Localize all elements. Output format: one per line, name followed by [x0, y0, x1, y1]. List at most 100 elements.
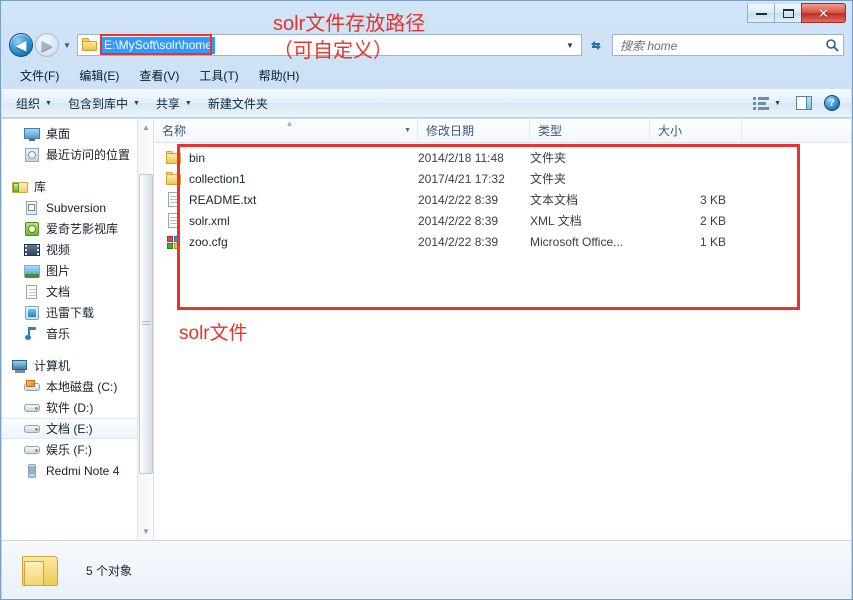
menu-item-file[interactable]: 文件(F) [10, 64, 69, 87]
table-row[interactable]: zoo.cfg 2014/2/22 8:39 Microsoft Office.… [154, 231, 851, 252]
refresh-button[interactable] [584, 34, 608, 56]
sidebar-item-label: 软件 (D:) [46, 401, 94, 415]
sort-ascending-icon: ▲ [285, 119, 294, 128]
file-type-cell: Microsoft Office... [530, 234, 624, 249]
sidebar-item-desktop[interactable]: 桌面 [2, 123, 153, 144]
menu-item-help[interactable]: 帮助(H) [249, 64, 310, 87]
sidebar-item-label: 文档 [46, 285, 71, 299]
file-name-label: solr.xml [189, 213, 230, 228]
table-row[interactable]: README.txt 2014/2/22 8:39 文本文档 3 KB [154, 189, 851, 210]
file-name-label: README.txt [189, 192, 257, 207]
file-type-cell: XML 文档 [530, 214, 582, 228]
column-header-type[interactable]: 类型 [530, 119, 650, 142]
command-toolbar: 组织 ▼ 包含到库中 ▼ 共享 ▼ 新建文件夹 ▼ ? [2, 88, 851, 118]
sidebar-item-drive-d[interactable]: 软件 (D:) [2, 397, 153, 418]
column-header-name[interactable]: ▲ 名称 ▼ [154, 119, 418, 142]
maximize-icon [782, 8, 794, 18]
sidebar-item-redmi-note-4[interactable]: Redmi Note 4 [2, 460, 153, 481]
sidebar-item-music[interactable]: 音乐 [2, 323, 153, 344]
computer-icon [12, 358, 28, 374]
organize-button[interactable]: 组织 ▼ [8, 91, 60, 116]
change-view-button[interactable]: ▼ [745, 93, 789, 114]
column-header-row: ▲ 名称 ▼ 修改日期 类型 大小 [154, 119, 851, 143]
scroll-down-arrow-icon[interactable]: ▼ [138, 523, 153, 540]
search-box[interactable]: 搜索 home [612, 34, 844, 56]
share-button[interactable]: 共享 ▼ [148, 91, 200, 116]
search-icon [826, 39, 839, 52]
new-folder-button[interactable]: 新建文件夹 [200, 91, 276, 116]
include-in-library-button[interactable]: 包含到库中 ▼ [60, 91, 148, 116]
minimize-button[interactable] [747, 3, 775, 23]
explorer-window: ✕ ◀ ▶ ▼ E:\MySoft\solr\home ▼ 搜索 home 文件… [0, 0, 853, 600]
close-icon: ✕ [818, 5, 829, 21]
file-name-label: bin [189, 150, 206, 165]
scrollbar-thumb[interactable] [139, 174, 153, 474]
file-type-cell: 文件夹 [530, 151, 567, 165]
scroll-up-arrow-icon[interactable]: ▲ [138, 119, 153, 136]
file-date-cell: 2014/2/18 11:48 [418, 150, 504, 165]
preview-pane-button[interactable] [791, 92, 817, 114]
menu-item-tools[interactable]: 工具(T) [189, 64, 248, 87]
address-path-text[interactable]: E:\MySoft\solr\home [101, 36, 216, 54]
close-button[interactable]: ✕ [801, 3, 846, 23]
music-icon [24, 326, 40, 342]
table-row[interactable]: collection1 2017/4/21 17:32 文件夹 [154, 168, 851, 189]
pictures-icon [24, 263, 40, 279]
status-bar: 5 个对象 [2, 540, 851, 599]
chevron-down-icon[interactable]: ▼ [404, 127, 411, 134]
file-size-cell: 3 KB [699, 192, 726, 207]
sidebar-item-drive-e[interactable]: 文档 (E:) [2, 418, 153, 439]
new-folder-label: 新建文件夹 [207, 96, 268, 111]
file-date-cell: 2017/4/21 17:32 [418, 171, 505, 186]
chevron-down-icon: ▼ [45, 99, 52, 107]
file-name-label: collection1 [189, 171, 246, 186]
menu-item-view[interactable]: 查看(V) [129, 64, 189, 87]
back-button[interactable]: ◀ [9, 33, 33, 57]
table-row[interactable]: bin 2014/2/18 11:48 文件夹 [154, 147, 851, 168]
address-bar[interactable]: E:\MySoft\solr\home ▼ [77, 34, 582, 56]
sidebar-item-pictures[interactable]: 图片 [2, 260, 153, 281]
file-name-label: zoo.cfg [189, 234, 228, 249]
address-dropdown-button[interactable]: ▼ [561, 35, 579, 55]
sidebar-item-subversion[interactable]: Subversion [2, 197, 153, 218]
drive-icon [24, 400, 40, 416]
desktop-icon [24, 126, 40, 142]
folder-icon [166, 150, 182, 166]
sidebar-item-label: 迅雷下载 [46, 306, 95, 320]
sidebar-item-documents[interactable]: 文档 [2, 281, 153, 302]
phone-icon [24, 463, 40, 479]
sidebar-item-videos[interactable]: 视频 [2, 239, 153, 260]
column-header-size[interactable]: 大小 [650, 119, 742, 142]
help-icon: ? [824, 95, 840, 111]
search-input[interactable]: 搜索 home [617, 37, 825, 54]
file-size-cell: 2 KB [699, 213, 726, 228]
column-label: 类型 [538, 124, 563, 138]
table-row[interactable]: solr.xml 2014/2/22 8:39 XML 文档 2 KB [154, 210, 851, 231]
file-name-cell: solr.xml [154, 212, 418, 229]
menu-item-edit[interactable]: 编辑(E) [69, 64, 129, 87]
sidebar-item-xunlei-downloads[interactable]: 迅雷下载 [2, 302, 153, 323]
maximize-button[interactable] [774, 3, 802, 23]
sidebar-item-label: 娱乐 (F:) [46, 443, 92, 457]
drive-icon [24, 421, 40, 437]
menu-bar: 文件(F) 编辑(E) 查看(V) 工具(T) 帮助(H) [2, 62, 851, 88]
text-file-icon [166, 191, 182, 208]
iqiyi-icon [24, 221, 40, 237]
sidebar-scrollbar[interactable]: ▲ ▼ [137, 119, 153, 540]
recent-locations-button[interactable]: ▼ [59, 33, 75, 57]
sidebar-item-local-disk-c[interactable]: 本地磁盘 (C:) [2, 376, 153, 397]
sidebar-item-drive-f[interactable]: 娱乐 (F:) [2, 439, 153, 460]
sidebar-item-recent-places[interactable]: 最近访问的位置 [2, 144, 153, 165]
column-header-date-modified[interactable]: 修改日期 [418, 119, 530, 142]
sidebar-item-libraries[interactable]: 库 [2, 176, 153, 197]
sidebar-item-computer[interactable]: 计算机 [2, 355, 153, 376]
file-type-cell: 文本文档 [530, 193, 579, 207]
sidebar-item-label: 最近访问的位置 [46, 148, 131, 162]
video-icon [24, 242, 40, 258]
help-button[interactable]: ? [819, 92, 845, 114]
navigation-pane: 桌面 最近访问的位置 库 Subversion 爱奇艺影视库 视频 图片 文档 … [2, 119, 154, 540]
chevron-down-icon: ▼ [132, 99, 140, 107]
forward-button[interactable]: ▶ [35, 33, 59, 57]
column-label: 修改日期 [426, 124, 475, 138]
sidebar-item-iqiyi[interactable]: 爱奇艺影视库 [2, 218, 153, 239]
